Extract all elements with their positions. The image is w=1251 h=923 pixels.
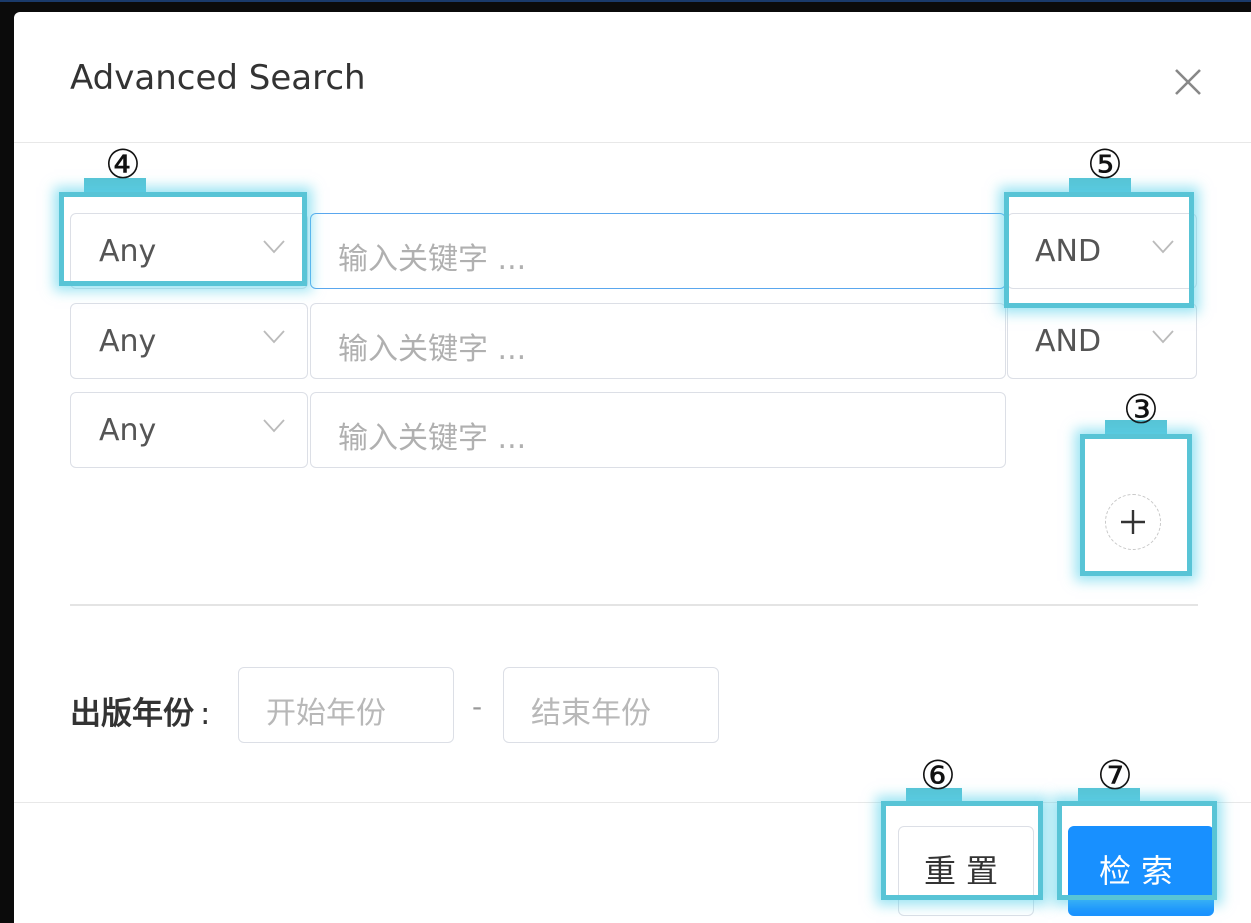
row-2-field-value: Any <box>99 324 157 359</box>
publication-year-text: 出版年份 <box>70 696 194 732</box>
start-year-placeholder: 开始年份 <box>266 696 386 731</box>
chevron-down-icon <box>1152 240 1174 254</box>
row-1-keyword-placeholder: 输入关键字 ... <box>338 242 527 277</box>
plus-icon <box>1121 510 1145 534</box>
row-1-keyword-input[interactable]: 输入关键字 ... <box>310 213 1006 289</box>
chevron-down-icon <box>1152 330 1174 344</box>
advanced-search-dialog: Advanced Search Any 输入关键字 ... AND Any 输入… <box>14 12 1251 923</box>
annotation-number-6: ⑥ <box>920 753 956 799</box>
section-divider <box>70 604 1198 606</box>
search-button[interactable]: 检索 <box>1068 826 1214 916</box>
row-2-keyword-placeholder: 输入关键字 ... <box>338 332 527 367</box>
chevron-down-icon <box>263 330 285 344</box>
year-range-separator: - <box>472 690 483 723</box>
annotation-number-5: ⑤ <box>1087 142 1123 188</box>
row-2-operator-select[interactable]: AND <box>1007 303 1197 379</box>
row-1-field-value: Any <box>99 234 157 269</box>
window-top-edge <box>0 0 1251 2</box>
row-3-field-value: Any <box>99 413 157 448</box>
footer-divider <box>14 802 1251 803</box>
publication-year-label: 出版年份: <box>70 688 210 733</box>
row-2-operator-value: AND <box>1035 324 1102 359</box>
row-1-field-select[interactable]: Any <box>70 213 308 289</box>
row-2-field-select[interactable]: Any <box>70 303 308 379</box>
row-3-keyword-placeholder: 输入关键字 ... <box>338 421 527 456</box>
row-1-operator-value: AND <box>1035 234 1102 269</box>
add-row-button[interactable] <box>1105 494 1161 550</box>
dialog-header: Advanced Search <box>14 12 1251 143</box>
reset-button[interactable]: 重置 <box>898 826 1034 916</box>
annotation-number-3: ③ <box>1123 387 1159 433</box>
row-3-keyword-input[interactable]: 输入关键字 ... <box>310 392 1006 468</box>
end-year-placeholder: 结束年份 <box>531 696 651 731</box>
dialog-title: Advanced Search <box>70 58 366 98</box>
publication-year-colon: : <box>200 696 211 732</box>
start-year-input[interactable]: 开始年份 <box>238 667 454 743</box>
chevron-down-icon <box>263 419 285 433</box>
end-year-input[interactable]: 结束年份 <box>503 667 719 743</box>
chevron-down-icon <box>263 240 285 254</box>
annotation-number-7: ⑦ <box>1097 753 1133 799</box>
row-3-field-select[interactable]: Any <box>70 392 308 468</box>
row-1-operator-select[interactable]: AND <box>1007 213 1197 289</box>
close-icon[interactable] <box>1170 64 1206 100</box>
annotation-number-4: ④ <box>105 142 141 188</box>
row-2-keyword-input[interactable]: 输入关键字 ... <box>310 303 1006 379</box>
